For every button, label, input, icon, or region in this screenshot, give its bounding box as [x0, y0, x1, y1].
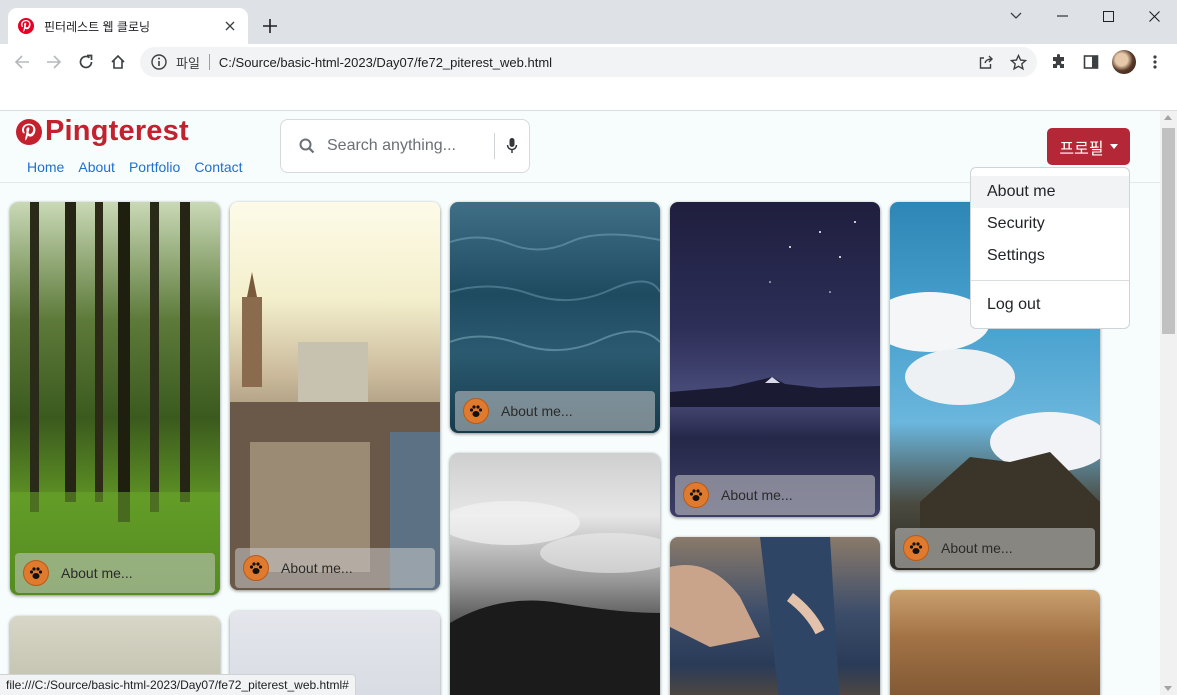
pin-caption-text: About me...: [61, 565, 133, 581]
bookmark-star-icon[interactable]: [1006, 50, 1030, 74]
reload-icon[interactable]: [74, 50, 98, 74]
pin-jeans[interactable]: [670, 537, 880, 695]
tab-search-chevron-icon[interactable]: [993, 4, 1039, 28]
menu-item-settings[interactable]: Settings: [971, 240, 1129, 272]
url-separator: [208, 54, 210, 70]
pin-caption[interactable]: About me...: [455, 391, 655, 431]
scroll-down-arrow-icon[interactable]: [1164, 686, 1172, 691]
nav-contact[interactable]: Contact: [194, 159, 242, 175]
profile-button-label: 프로필: [1059, 140, 1104, 158]
main-nav: Home About Portfolio Contact: [27, 159, 243, 175]
pin-caption-text: About me...: [941, 540, 1013, 556]
pin-caption-text: About me...: [281, 560, 353, 576]
paw-icon: [903, 535, 929, 561]
paw-icon: [243, 555, 269, 581]
paw-icon: [23, 560, 49, 586]
search-icon: [299, 138, 315, 154]
tab-strip: 핀터레스트 웹 클로닝: [0, 0, 1177, 44]
pin-caption[interactable]: About me...: [235, 548, 435, 588]
menu-item-about-me[interactable]: About me: [971, 176, 1129, 208]
forward-arrow-icon[interactable]: [42, 50, 66, 74]
pin-caption-text: About me...: [501, 403, 573, 419]
site-logo[interactable]: Pingterest: [16, 115, 189, 148]
toolbar-spacer: [0, 80, 1177, 111]
browser-toolbar: 파일 C:/Source/basic-html-2023/Day07/fe72_…: [0, 44, 1177, 80]
pin-caption[interactable]: About me...: [15, 553, 215, 593]
window-close-icon[interactable]: [1131, 4, 1177, 28]
browser-tab[interactable]: 핀터레스트 웹 클로닝: [8, 8, 248, 44]
new-tab-icon[interactable]: [258, 14, 282, 38]
share-icon[interactable]: [974, 50, 998, 74]
pinterest-favicon-icon: [18, 18, 34, 34]
paw-icon: [683, 482, 709, 508]
browser-menu-icon[interactable]: [1143, 50, 1167, 74]
pin-forest[interactable]: About me...: [10, 202, 220, 595]
pinterest-logo-icon: [16, 118, 42, 145]
url-scheme-label: 파일: [176, 55, 200, 71]
search-box[interactable]: Search anything...: [280, 119, 530, 173]
vertical-scrollbar[interactable]: [1160, 111, 1177, 695]
caret-down-icon: [1109, 144, 1118, 149]
tab-title: 핀터레스트 웹 클로닝: [44, 19, 151, 34]
address-bar[interactable]: 파일 C:/Source/basic-html-2023/Day07/fe72_…: [140, 47, 1037, 77]
extensions-icon[interactable]: [1047, 50, 1071, 74]
paw-icon: [463, 398, 489, 424]
pin-caption[interactable]: About me...: [675, 475, 875, 515]
minimize-icon[interactable]: [1039, 4, 1085, 28]
pin-caption-text: About me...: [721, 487, 793, 503]
pin-city[interactable]: About me...: [230, 202, 440, 590]
search-input[interactable]: Search anything...: [327, 137, 494, 155]
nav-portfolio[interactable]: Portfolio: [129, 159, 180, 175]
tab-close-icon[interactable]: [222, 18, 238, 34]
page-viewport: About me... About me... About me... Abou…: [0, 111, 1160, 695]
nav-about[interactable]: About: [78, 159, 115, 175]
side-panel-icon[interactable]: [1079, 50, 1103, 74]
scroll-up-arrow-icon[interactable]: [1164, 115, 1172, 120]
maximize-icon[interactable]: [1085, 4, 1131, 28]
profile-avatar[interactable]: [1112, 50, 1136, 74]
menu-divider: [971, 280, 1129, 281]
pin-clouds[interactable]: [450, 453, 660, 695]
logo-text: Pingterest: [45, 115, 189, 147]
pin-caption[interactable]: About me...: [895, 528, 1095, 568]
pin-grass[interactable]: [890, 590, 1100, 695]
status-bar-url: file:///C:/Source/basic-html-2023/Day07/…: [0, 674, 356, 695]
menu-item-log-out[interactable]: Log out: [971, 289, 1129, 321]
menu-item-security[interactable]: Security: [971, 208, 1129, 240]
nav-home[interactable]: Home: [27, 159, 64, 175]
site-info-icon[interactable]: [150, 53, 168, 71]
url-text[interactable]: C:/Source/basic-html-2023/Day07/fe72_pit…: [219, 55, 552, 70]
microphone-icon[interactable]: [495, 137, 529, 155]
home-icon[interactable]: [106, 50, 130, 74]
pin-night-mountain[interactable]: About me...: [670, 202, 880, 517]
pin-ocean[interactable]: About me...: [450, 202, 660, 433]
back-arrow-icon[interactable]: [10, 50, 34, 74]
profile-dropdown-button[interactable]: 프로필: [1047, 128, 1130, 165]
scrollbar-thumb[interactable]: [1162, 128, 1175, 334]
profile-dropdown-menu: About me Security Settings Log out: [970, 167, 1130, 329]
